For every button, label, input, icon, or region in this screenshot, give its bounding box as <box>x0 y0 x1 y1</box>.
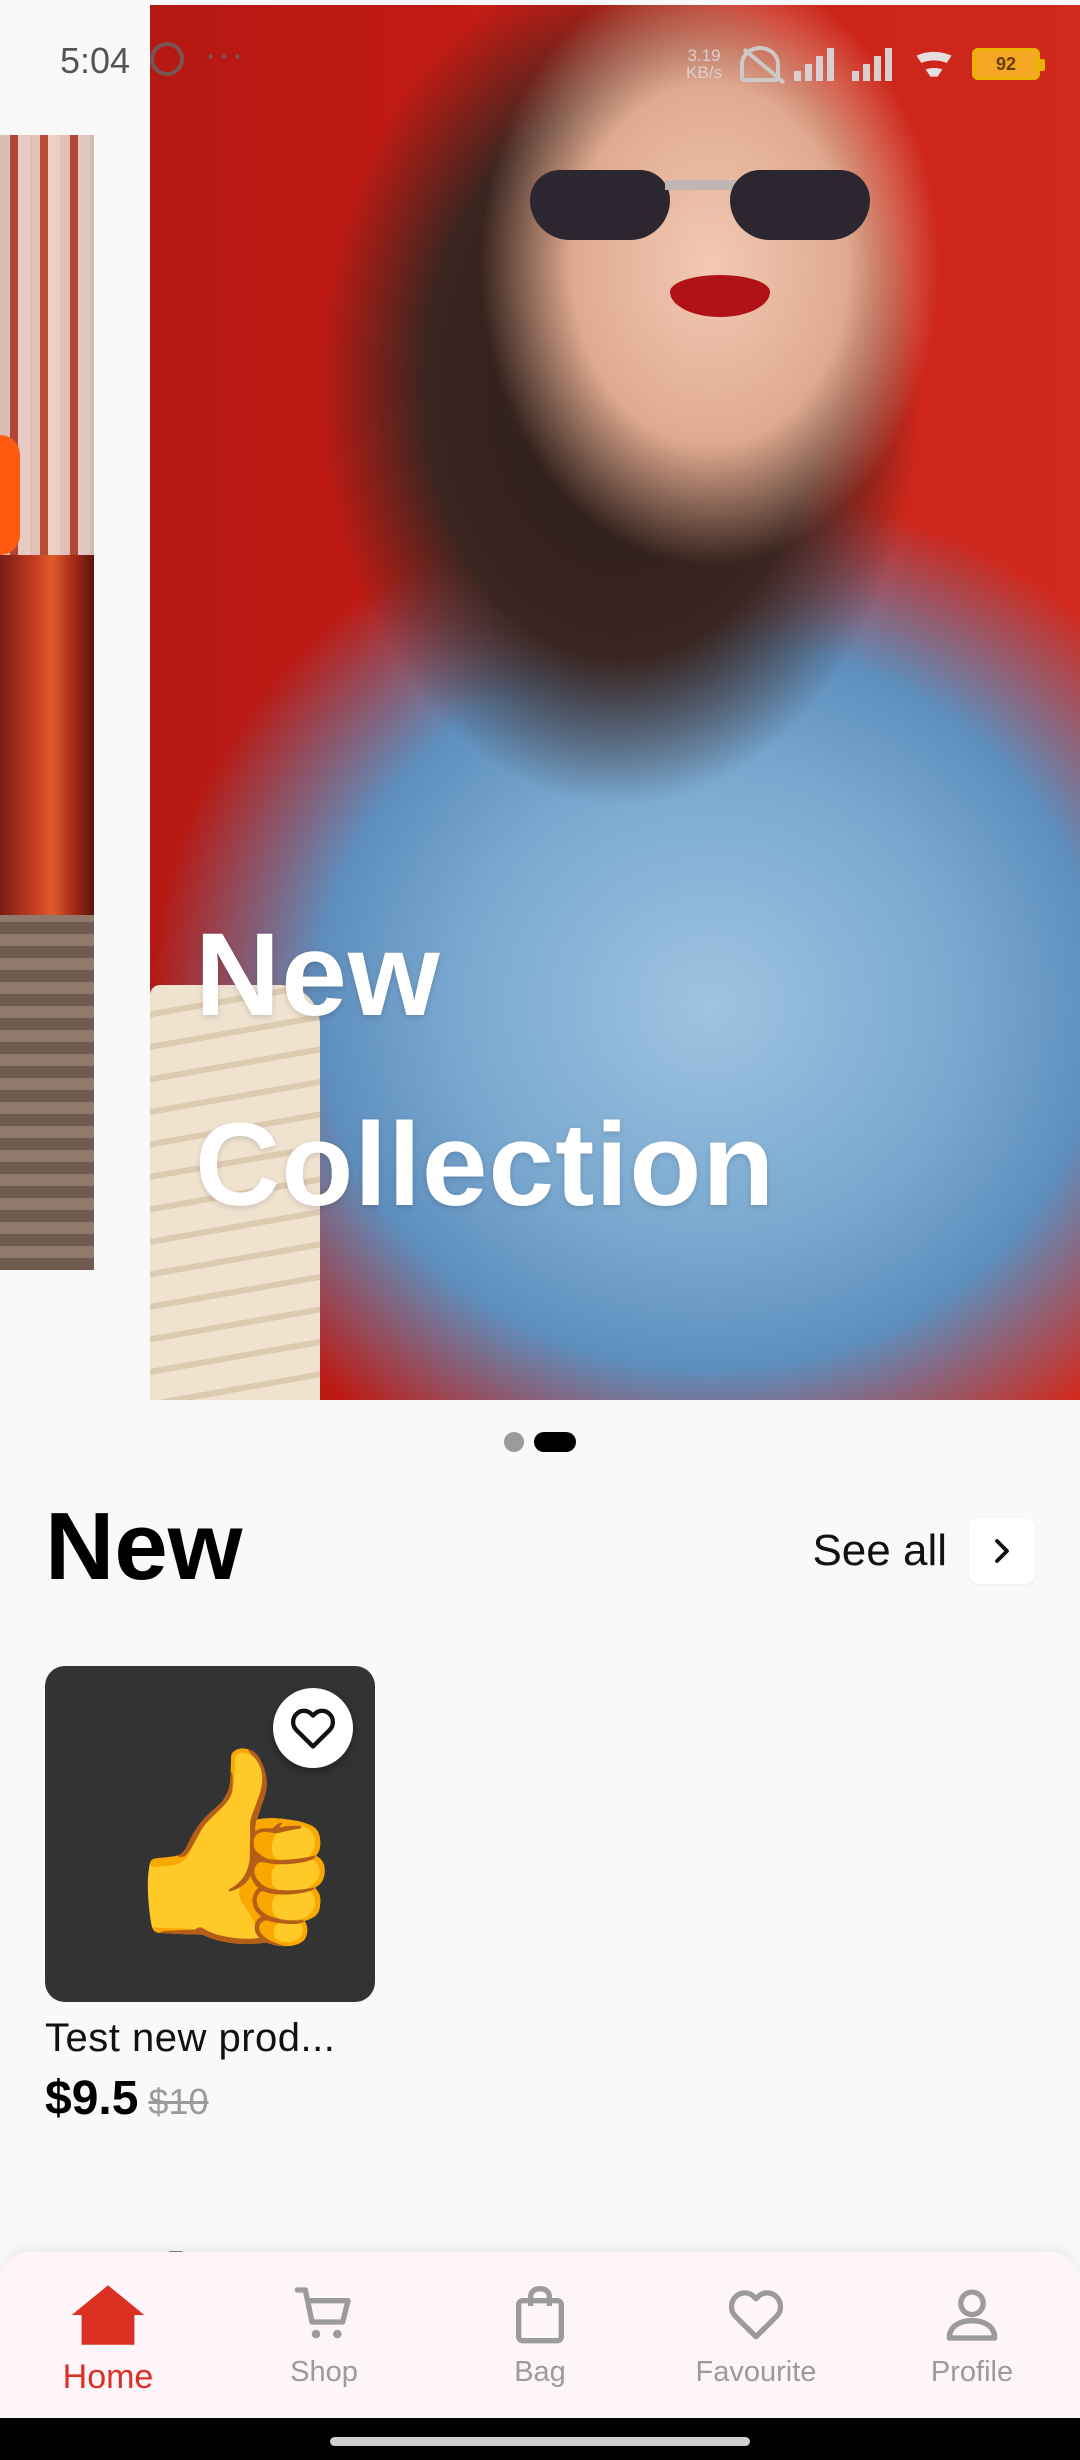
home-indicator[interactable] <box>330 2437 750 2446</box>
carousel-dot[interactable] <box>504 1432 524 1452</box>
product-price: $9.5 <box>45 2072 139 2125</box>
signal-2-icon <box>852 47 896 81</box>
see-all-button[interactable] <box>969 1518 1035 1584</box>
network-speed: 3.19 KB/s <box>682 47 726 81</box>
battery-icon: 92 <box>972 48 1045 80</box>
carousel-dot-active[interactable] <box>534 1432 576 1452</box>
previous-slide-image[interactable] <box>0 135 94 1270</box>
price-row: $9.5 $10 <box>45 2071 375 2126</box>
banner-title: New Collection <box>195 880 775 1260</box>
product-card[interactable]: 👍 Test new prod... $9.5 $10 <box>45 1666 375 2126</box>
mute-icon <box>740 46 780 82</box>
nav-label-shop: Shop <box>290 2356 358 2388</box>
nav-label-home: Home <box>62 2358 154 2396</box>
product-image[interactable]: 👍 <box>45 1666 375 2002</box>
section-title-new: New <box>45 1493 243 1600</box>
status-icons: 3.19 KB/s 92 <box>682 42 1045 86</box>
nav-item-shop[interactable]: Shop <box>216 2252 432 2418</box>
banner-carousel[interactable]: New Collection <box>0 0 1080 1400</box>
heart-icon <box>728 2290 784 2340</box>
heart-outline-icon <box>290 1708 336 1749</box>
product-old-price: $10 <box>148 2081 209 2122</box>
network-speed-value: 3.19 <box>687 46 721 65</box>
more-notifications-icon: ··· <box>205 36 245 74</box>
nav-label-bag: Bag <box>514 2356 566 2388</box>
carousel-indicator <box>0 1432 1080 1452</box>
status-bar: 5:04 ··· 3.19 KB/s 92 <box>0 0 1080 130</box>
favourite-button[interactable] <box>273 1688 353 1768</box>
see-all-label[interactable]: See all <box>812 1526 947 1576</box>
nav-item-favourite[interactable]: Favourite <box>648 2252 864 2418</box>
nav-item-home[interactable]: Home <box>0 2252 216 2418</box>
network-speed-unit: KB/s <box>686 63 722 82</box>
nav-item-profile[interactable]: Profile <box>864 2252 1080 2418</box>
bottom-navigation: Home Shop Bag Favourite Profile <box>0 2252 1080 2418</box>
status-time: 5:04 <box>60 40 131 81</box>
nav-item-bag[interactable]: Bag <box>432 2252 648 2418</box>
signal-icon <box>794 47 838 81</box>
wifi-icon <box>910 46 958 82</box>
person-icon <box>946 2289 998 2341</box>
lips-detail <box>670 275 770 317</box>
banner-title-line1: New <box>195 909 441 1041</box>
cart-icon <box>294 2287 351 2339</box>
chevron-right-icon <box>995 1539 1009 1563</box>
see-all-link[interactable]: See all <box>812 1518 1035 1584</box>
nav-label-profile: Profile <box>930 2356 1014 2388</box>
product-name[interactable]: Test new prod... <box>45 2016 375 2061</box>
banner-title-line2: Collection <box>195 1099 776 1231</box>
nav-label-favourite: Favourite <box>695 2356 817 2388</box>
bag-icon <box>516 2285 564 2344</box>
whatsapp-icon <box>150 42 184 76</box>
home-icon <box>71 2285 145 2345</box>
sunglasses-detail <box>530 160 870 245</box>
